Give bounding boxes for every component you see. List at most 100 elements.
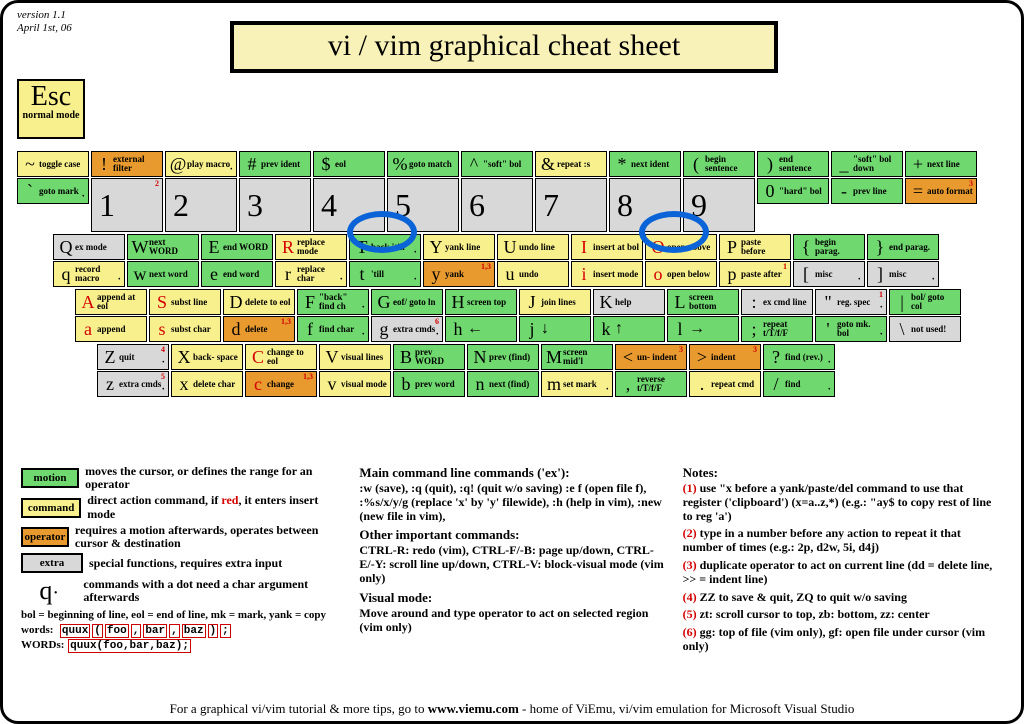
note-item: (1) use "x before a yank/paste/del comma… [683, 482, 1003, 523]
notes-heading: Notes: [683, 465, 1003, 481]
key-cell: [misc· [793, 261, 865, 287]
key-cell: l→ [667, 316, 739, 342]
key-cell: t'till· [349, 261, 421, 287]
key-glyph: h [449, 320, 467, 338]
key-glyph: ( [687, 155, 705, 173]
key: _"soft" bol down-prev line [831, 151, 903, 232]
key-cell: \not used! [889, 316, 961, 342]
key-label: prev WORD [415, 348, 461, 366]
key-cell: Uundo line [497, 234, 569, 260]
key-cell: ]misc· [867, 261, 939, 287]
key-note: 4 [161, 346, 165, 354]
key-label: help [615, 298, 661, 307]
key-glyph: l [671, 320, 689, 338]
key-label: extra cmds [393, 325, 439, 334]
key-label: back- space [193, 353, 239, 362]
key-glyph: ! [95, 155, 113, 173]
key-cell: Vvisual lines [319, 344, 391, 370]
other-commands-body: CTRL-R: redo (vim), CTRL-F/-B: page up/d… [359, 544, 664, 585]
key: Cchange to eolcchange1,3 [245, 344, 317, 397]
key-cell: <un- indent3 [615, 344, 687, 370]
key-label: append [97, 325, 143, 334]
key-cell: Rreplace mode [275, 234, 347, 260]
esc-key-label: normal mode [19, 111, 83, 122]
key: Yyank lineyyank1,3 [423, 234, 495, 287]
key-glyph: J [523, 293, 541, 311]
key-label: next WORD [149, 238, 195, 256]
key-glyph: p [723, 265, 741, 283]
key-cell: $eol [313, 151, 385, 177]
key-glyph: _ [835, 155, 853, 173]
key-label: indent [711, 353, 757, 362]
key: Geof/ goto lngextra cmds·6 [371, 289, 443, 342]
key-label: find [785, 380, 831, 389]
key-glyph: E [205, 238, 223, 256]
key-cell: oopen below [645, 261, 717, 287]
key-cell: /find· [763, 371, 835, 397]
key: {begin parag.[misc· [793, 234, 865, 287]
legend-swatch: operator [21, 527, 69, 547]
key-label: open above [667, 243, 713, 252]
key-label: next word [149, 270, 195, 279]
footer: For a graphical vi/vim tutorial & more t… [3, 701, 1021, 717]
key-cell: ppaste after1 [719, 261, 791, 287]
key-glyph: | [893, 293, 911, 311]
key-cell: ,reverse t/T/f/F [615, 371, 687, 397]
key: |bol/ goto col\not used! [889, 289, 961, 342]
key-cell: %goto match [387, 151, 459, 177]
key-cell: >indent3 [689, 344, 761, 370]
word-token: ) [208, 624, 219, 638]
key-label: insert at bol [593, 243, 639, 252]
key-cell: Yyank line [423, 234, 495, 260]
key-label: repeat t/T/f/F [763, 320, 809, 338]
key-cell: :ex cmd line [741, 289, 813, 315]
key-glyph: r [279, 265, 297, 283]
legend-row: commanddirect action command, if red, it… [21, 494, 341, 520]
key-cell: vvisual mode [319, 371, 391, 397]
key-cell: rreplace char· [275, 261, 347, 287]
key-glyph: G [375, 293, 393, 311]
key-glyph: I [575, 238, 593, 256]
key-label: goto mark [39, 187, 85, 196]
key-cell: Wnext WORD [127, 234, 199, 260]
legend-column: motionmoves the cursor, or defines the r… [21, 465, 341, 658]
key-label: reg. spec [837, 298, 883, 307]
key-label: find char [319, 325, 365, 334]
needs-arg-dot: · [828, 385, 831, 395]
key-cell: -prev line [831, 178, 903, 204]
key-cell: =auto format3 [905, 178, 977, 204]
key: Tback 'till·t'till· [349, 234, 421, 287]
key-label: ex mode [75, 243, 121, 252]
key-label: eol [335, 160, 381, 169]
key-cell: nnext (find) [467, 371, 539, 397]
key-cell: .repeat cmd [689, 371, 761, 397]
key: Vvisual linesvvisual mode [319, 344, 391, 397]
key-glyph: U [501, 238, 519, 256]
key-cell: !external filter [91, 151, 163, 177]
words-line: words: quux(foo,bar,baz); [21, 624, 341, 637]
key-cell: @play macro· [165, 151, 237, 177]
key-label: prev line [853, 187, 899, 196]
key: Qex modeqrecord macro· [53, 234, 125, 287]
key-label: join lines [541, 298, 587, 307]
key-glyph: b [397, 375, 415, 393]
key-cell: xdelete char [171, 371, 243, 397]
key-label: "soft" bol [483, 160, 529, 169]
key: Ddelete to eolddelete1,3 [223, 289, 295, 342]
word-token: ; [220, 624, 231, 638]
key: Ppaste beforeppaste after1 [719, 234, 791, 287]
key-cell: mset mark· [541, 371, 613, 397]
key-glyph: w [131, 265, 149, 283]
key-cell: Lscreen bottom [667, 289, 739, 315]
key-cell: qrecord macro· [53, 261, 125, 287]
words-label: words: [21, 624, 53, 636]
key-label: visual mode [341, 380, 387, 389]
key-glyph: ` [21, 182, 39, 200]
key-label: record macro [75, 265, 121, 283]
key-glyph: T [353, 238, 371, 256]
key-label: prev (find) [489, 353, 535, 362]
key-row-4: Zquit·4zextra cmds·5Xback- spacexdelete … [17, 344, 1007, 397]
key-label: screen bottom [689, 293, 735, 311]
key-note: 1,3 [303, 373, 313, 381]
key-label: next line [927, 160, 973, 169]
